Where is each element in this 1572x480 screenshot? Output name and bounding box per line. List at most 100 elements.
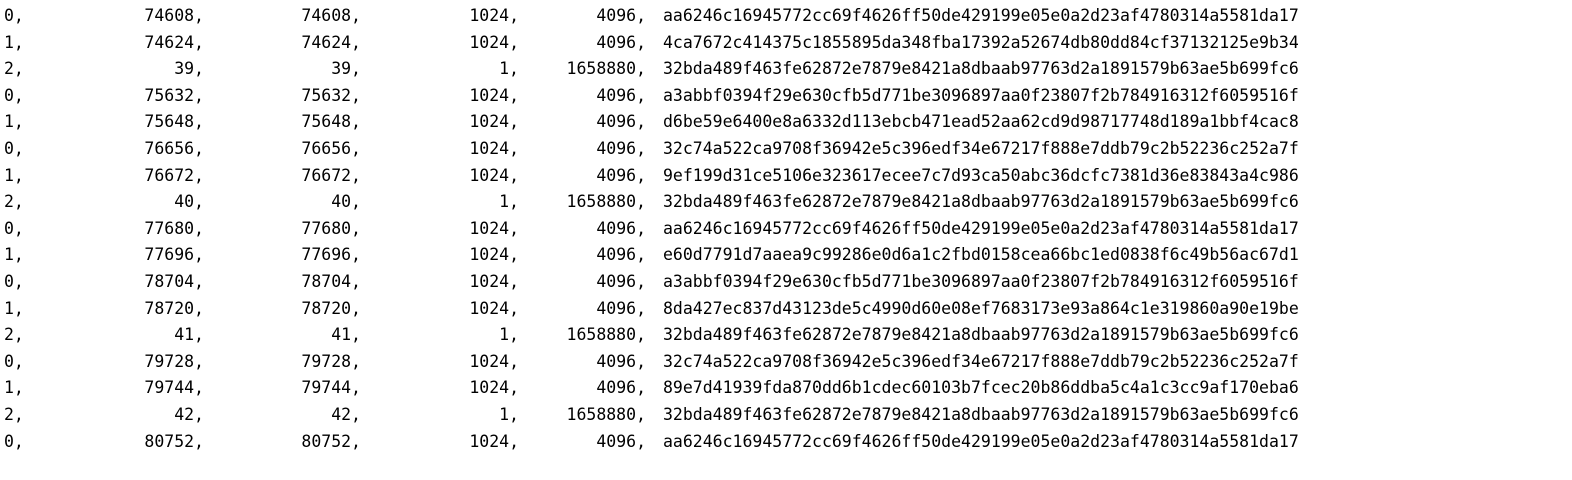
- offset-a-cell: 79728,: [144, 351, 204, 371]
- table-row: 0, 79728, 79728, 1024, 4096, 32c74a522ca9708f…: [4, 349, 1564, 376]
- table-row: 2, 39, 39, 1, 1658880, 32bda489f463fe62872e78…: [4, 56, 1564, 83]
- offset-b-cell: 79728,: [301, 351, 361, 371]
- stream-index-cell: 0,: [4, 351, 24, 371]
- size-cell: 1658880,: [566, 59, 646, 79]
- size-cell: 4096,: [596, 298, 646, 318]
- hash-cell: 4ca7672c414375c1855895da348fba17392a5267…: [663, 32, 1299, 52]
- hash-cell: 9ef199d31ce5106e323617ecee7c7d93ca50abc3…: [663, 165, 1299, 185]
- hash-cell: a3abbf0394f29e630cfb5d771be3096897aa0f23…: [663, 271, 1299, 291]
- table-row: 0, 74608, 74608, 1024, 4096, aa6246c16945772c…: [4, 3, 1564, 30]
- offset-b-cell: 77680,: [301, 218, 361, 238]
- size-cell: 4096,: [596, 378, 646, 398]
- stream-index-cell: 2,: [4, 325, 24, 345]
- offset-a-cell: 39,: [174, 59, 204, 79]
- table-row: 1, 79744, 79744, 1024, 4096, 89e7d41939fda870…: [4, 375, 1564, 402]
- offset-b-cell: 74608,: [301, 6, 361, 25]
- size-cell: 4096,: [596, 218, 646, 238]
- offset-b-cell: 39,: [331, 59, 361, 79]
- hash-cell: 32bda489f463fe62872e7879e8421a8dbaab9776…: [663, 192, 1299, 212]
- table-row: 1, 76672, 76672, 1024, 4096, 9ef199d31ce5106e…: [4, 163, 1564, 190]
- stream-index-cell: 1,: [4, 112, 24, 132]
- offset-b-cell: 76656,: [301, 138, 361, 158]
- offset-b-cell: 79744,: [301, 378, 361, 398]
- offset-b-cell: 41,: [331, 325, 361, 345]
- stream-index-cell: 0,: [4, 6, 24, 25]
- offset-b-cell: 42,: [331, 404, 361, 424]
- size-cell: 1658880,: [566, 192, 646, 212]
- count-cell: 1,: [499, 192, 519, 212]
- offset-b-cell: 77696,: [301, 245, 361, 265]
- count-cell: 1024,: [469, 218, 519, 238]
- offset-b-cell: 75632,: [301, 85, 361, 105]
- size-cell: 4096,: [596, 271, 646, 291]
- stream-index-cell: 2,: [4, 192, 24, 212]
- hash-cell: 32bda489f463fe62872e7879e8421a8dbaab9776…: [663, 404, 1299, 424]
- size-cell: 1658880,: [566, 404, 646, 424]
- offset-a-cell: 77680,: [144, 218, 204, 238]
- offset-b-cell: 78720,: [301, 298, 361, 318]
- table-row: 2, 41, 41, 1, 1658880, 32bda489f463fe62872e78…: [4, 322, 1564, 349]
- stream-index-cell: 1,: [4, 165, 24, 185]
- hash-cell: aa6246c16945772cc69f4626ff50de429199e05e…: [663, 218, 1299, 238]
- count-cell: 1024,: [469, 351, 519, 371]
- stream-index-cell: 2,: [4, 59, 24, 79]
- count-cell: 1,: [499, 404, 519, 424]
- offset-b-cell: 76672,: [301, 165, 361, 185]
- count-cell: 1024,: [469, 112, 519, 132]
- offset-b-cell: 78704,: [301, 271, 361, 291]
- table-row: 2, 42, 42, 1, 1658880, 32bda489f463fe62872e78…: [4, 402, 1564, 429]
- offset-a-cell: 75648,: [144, 112, 204, 132]
- offset-b-cell: 74624,: [301, 32, 361, 52]
- count-cell: 1024,: [469, 165, 519, 185]
- stream-index-cell: 0,: [4, 85, 24, 105]
- hash-cell: e60d7791d7aaea9c99286e0d6a1c2fbd0158cea6…: [663, 245, 1299, 265]
- offset-a-cell: 74624,: [144, 32, 204, 52]
- offset-a-cell: 41,: [174, 325, 204, 345]
- hash-cell: 32bda489f463fe62872e7879e8421a8dbaab9776…: [663, 325, 1299, 345]
- offset-a-cell: 42,: [174, 404, 204, 424]
- hash-cell: 32c74a522ca9708f36942e5c396edf34e67217f8…: [663, 351, 1299, 371]
- offset-a-cell: 74608,: [144, 6, 204, 25]
- hash-cell: 8da427ec837d43123de5c4990d60e08ef7683173…: [663, 298, 1299, 318]
- size-cell: 4096,: [596, 112, 646, 132]
- table-row: 1, 74624, 74624, 1024, 4096, 4ca7672c414375c1…: [4, 30, 1564, 57]
- count-cell: 1024,: [469, 298, 519, 318]
- hash-cell: 32bda489f463fe62872e7879e8421a8dbaab9776…: [663, 59, 1299, 79]
- count-cell: 1024,: [469, 32, 519, 52]
- table-row: 0, 80752, 80752, 1024, 4096, aa6246c16945772c…: [4, 429, 1564, 456]
- offset-a-cell: 77696,: [144, 245, 204, 265]
- table-row: 1, 78720, 78720, 1024, 4096, 8da427ec837d4312…: [4, 296, 1564, 323]
- offset-a-cell: 76672,: [144, 165, 204, 185]
- table-row: 0, 76656, 76656, 1024, 4096, 32c74a522ca9708f…: [4, 136, 1564, 163]
- size-cell: 4096,: [596, 245, 646, 265]
- stream-index-cell: 0,: [4, 138, 24, 158]
- offset-a-cell: 78720,: [144, 298, 204, 318]
- count-cell: 1,: [499, 59, 519, 79]
- offset-a-cell: 40,: [174, 192, 204, 212]
- hash-cell: a3abbf0394f29e630cfb5d771be3096897aa0f23…: [663, 85, 1299, 105]
- stream-index-cell: 0,: [4, 431, 24, 451]
- table-row: 1, 75648, 75648, 1024, 4096, d6be59e6400e8a63…: [4, 109, 1564, 136]
- stream-index-cell: 0,: [4, 218, 24, 238]
- stream-index-cell: 1,: [4, 378, 24, 398]
- table-row: 0, 77680, 77680, 1024, 4096, aa6246c16945772c…: [4, 216, 1564, 243]
- size-cell: 4096,: [596, 351, 646, 371]
- offset-b-cell: 75648,: [301, 112, 361, 132]
- size-cell: 4096,: [596, 165, 646, 185]
- size-cell: 4096,: [596, 431, 646, 451]
- stream-index-cell: 1,: [4, 32, 24, 52]
- size-cell: 4096,: [596, 138, 646, 158]
- size-cell: 4096,: [596, 6, 646, 25]
- count-cell: 1,: [499, 325, 519, 345]
- count-cell: 1024,: [469, 245, 519, 265]
- stream-index-cell: 1,: [4, 298, 24, 318]
- size-cell: 4096,: [596, 32, 646, 52]
- terminal-output-table: 0, 74608, 74608, 1024, 4096, aa6246c16945772c…: [4, 3, 1564, 455]
- stream-index-cell: 1,: [4, 245, 24, 265]
- count-cell: 1024,: [469, 85, 519, 105]
- hash-cell: aa6246c16945772cc69f4626ff50de429199e05e…: [663, 6, 1299, 25]
- size-cell: 4096,: [596, 85, 646, 105]
- offset-b-cell: 40,: [331, 192, 361, 212]
- hash-cell: 32c74a522ca9708f36942e5c396edf34e67217f8…: [663, 138, 1299, 158]
- offset-a-cell: 75632,: [144, 85, 204, 105]
